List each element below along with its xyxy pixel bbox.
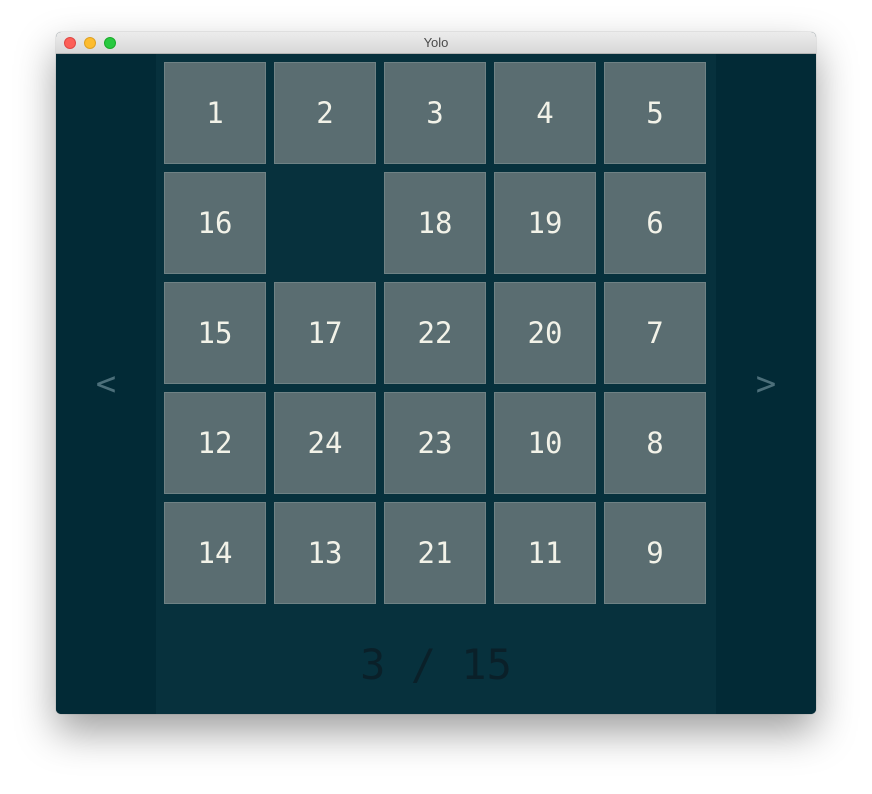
empty-slot xyxy=(274,172,376,274)
puzzle-tile[interactable]: 4 xyxy=(494,62,596,164)
puzzle-tile[interactable]: 22 xyxy=(384,282,486,384)
puzzle-tile[interactable]: 13 xyxy=(274,502,376,604)
window-title: Yolo xyxy=(423,35,449,50)
puzzle-tile[interactable]: 19 xyxy=(494,172,596,274)
puzzle-tile[interactable]: 12 xyxy=(164,392,266,494)
puzzle-tile[interactable]: 20 xyxy=(494,282,596,384)
app-content: < 3 / 15 1 2 3 4 5 16 18 19 6 15 17 22 20 7 12 24 23 10 8 1… xyxy=(56,54,816,714)
next-puzzle-button[interactable]: > xyxy=(756,364,776,404)
puzzle-board: 3 / 15 1 2 3 4 5 16 18 19 6 15 17 22 20 7 12 24 23 10 8 14 1… xyxy=(156,54,716,714)
puzzle-tile[interactable]: 6 xyxy=(604,172,706,274)
puzzle-tile[interactable]: 18 xyxy=(384,172,486,274)
right-panel: > xyxy=(716,54,816,714)
puzzle-tile[interactable]: 9 xyxy=(604,502,706,604)
puzzle-tile[interactable]: 2 xyxy=(274,62,376,164)
puzzle-tile[interactable]: 14 xyxy=(164,502,266,604)
puzzle-tile[interactable]: 15 xyxy=(164,282,266,384)
puzzle-tile[interactable]: 23 xyxy=(384,392,486,494)
puzzle-tile[interactable]: 7 xyxy=(604,282,706,384)
puzzle-tile[interactable]: 17 xyxy=(274,282,376,384)
puzzle-counter: 3 / 15 xyxy=(360,640,512,689)
left-panel: < xyxy=(56,54,156,714)
puzzle-tile[interactable]: 5 xyxy=(604,62,706,164)
app-window: Yolo < 3 / 15 1 2 3 4 5 16 18 19 6 15 17 22 20 7 12 24 2… xyxy=(56,32,816,714)
puzzle-tile[interactable]: 3 xyxy=(384,62,486,164)
puzzle-tile[interactable]: 8 xyxy=(604,392,706,494)
puzzle-tile[interactable]: 10 xyxy=(494,392,596,494)
title-bar: Yolo xyxy=(56,32,816,54)
previous-puzzle-button[interactable]: < xyxy=(96,364,116,404)
puzzle-tile[interactable]: 11 xyxy=(494,502,596,604)
puzzle-tile[interactable]: 16 xyxy=(164,172,266,274)
puzzle-tile[interactable]: 24 xyxy=(274,392,376,494)
puzzle-tile[interactable]: 21 xyxy=(384,502,486,604)
puzzle-tile[interactable]: 1 xyxy=(164,62,266,164)
